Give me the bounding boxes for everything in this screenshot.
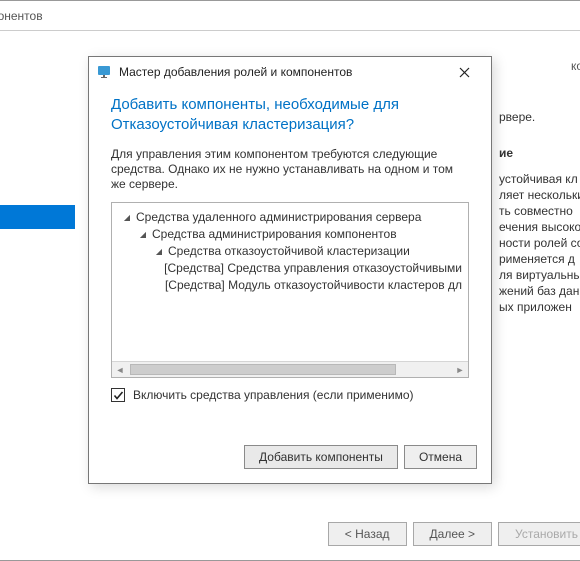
parent-window-title: вления ролей и компонентов xyxy=(0,9,43,23)
install-button[interactable]: Установить xyxy=(498,522,580,546)
add-features-button-label: Добавить компоненты xyxy=(259,450,383,464)
parent-window-titlebar: вления ролей и компонентов xyxy=(0,1,580,31)
include-tools-label: Включить средства управления (если приме… xyxy=(133,388,414,402)
close-icon xyxy=(459,67,470,78)
tree-item[interactable]: [Средства] Модуль отказоустойчивости кла… xyxy=(122,277,462,294)
parent-right-info: рвере. ие устойчивая кл ляет нескольки т… xyxy=(499,109,580,315)
tree-item[interactable]: ◢Средства отказоустойчивой кластеризации xyxy=(122,243,462,260)
expander-icon[interactable]: ◢ xyxy=(154,243,164,260)
parent-header-right: ко xyxy=(571,59,580,73)
scroll-thumb[interactable] xyxy=(130,364,396,375)
dialog-button-row: Добавить компоненты Отмена xyxy=(89,433,491,483)
tree-item-label: [Средства] Модуль отказоустойчивости кла… xyxy=(165,277,462,294)
scroll-left-arrow-icon[interactable]: ◄ xyxy=(112,362,128,378)
horizontal-scrollbar[interactable]: ◄ ► xyxy=(112,361,468,377)
install-button-label: Установить xyxy=(515,527,578,541)
tree-item-label: Средства удаленного администрирования се… xyxy=(136,209,421,226)
features-tree: ◢Средства удаленного администрирования с… xyxy=(112,203,468,300)
dialog-titlebar: Мастер добавления ролей и компонентов xyxy=(89,57,491,87)
wizard-step[interactable]: налом работы xyxy=(0,109,75,133)
next-button[interactable]: Далее > xyxy=(413,522,493,546)
include-tools-checkbox-row[interactable]: Включить средства управления (если приме… xyxy=(111,388,469,402)
parent-footer-buttons: < Назад Далее > Установить xyxy=(328,522,580,546)
scroll-right-arrow-icon[interactable]: ► xyxy=(452,362,468,378)
parent-right-line1: рвере. xyxy=(499,110,535,124)
next-button-label: Далее > xyxy=(430,527,476,541)
cancel-button-label: Отмена xyxy=(419,450,462,464)
tree-item[interactable]: [Средства] Средства управления отказоуст… xyxy=(122,260,462,277)
expander-icon[interactable]: ◢ xyxy=(138,226,148,243)
expander-icon[interactable]: ◢ xyxy=(122,209,132,226)
tree-item[interactable]: ◢Средства администрирования компонентов xyxy=(122,226,462,243)
wizard-step[interactable]: е xyxy=(0,229,75,253)
tree-item-label: Средства отказоустойчивой кластеризации xyxy=(168,243,410,260)
back-button[interactable]: < Назад xyxy=(328,522,407,546)
tree-item[interactable]: ◢Средства удаленного администрирования с… xyxy=(122,209,462,226)
back-button-label: < Назад xyxy=(345,527,390,541)
dialog-title: Мастер добавления ролей и компонентов xyxy=(119,65,443,79)
wizard-steps-list: налом работыовкиовераратые xyxy=(0,109,75,253)
dialog-app-icon xyxy=(97,64,113,80)
wizard-step[interactable]: овки xyxy=(0,133,75,157)
wizard-step[interactable]: ра xyxy=(0,181,75,205)
wizard-step[interactable]: овера xyxy=(0,157,75,181)
dialog-body: Добавить компоненты, необходимые для Отк… xyxy=(89,87,491,433)
dialog-close-button[interactable] xyxy=(443,58,485,86)
add-features-button[interactable]: Добавить компоненты xyxy=(244,445,398,469)
cancel-button[interactable]: Отмена xyxy=(404,445,477,469)
tree-item-label: [Средства] Средства управления отказоуст… xyxy=(164,260,462,277)
features-tree-box: ◢Средства удаленного администрирования с… xyxy=(111,202,469,378)
parent-right-desc: устойчивая кл ляет нескольки ть совместн… xyxy=(499,171,580,315)
include-tools-checkbox[interactable] xyxy=(111,388,125,402)
dialog-heading: Добавить компоненты, необходимые для Отк… xyxy=(111,95,469,135)
wizard-step[interactable]: ты xyxy=(0,205,75,229)
tree-item-label: Средства администрирования компонентов xyxy=(152,226,397,243)
scroll-track[interactable] xyxy=(128,362,452,378)
parent-right-subhead: ие xyxy=(499,145,580,161)
checkmark-icon xyxy=(113,390,124,401)
dialog-description: Для управления этим компонентом требуютс… xyxy=(111,147,469,192)
add-features-dialog: Мастер добавления ролей и компонентов До… xyxy=(88,56,492,484)
